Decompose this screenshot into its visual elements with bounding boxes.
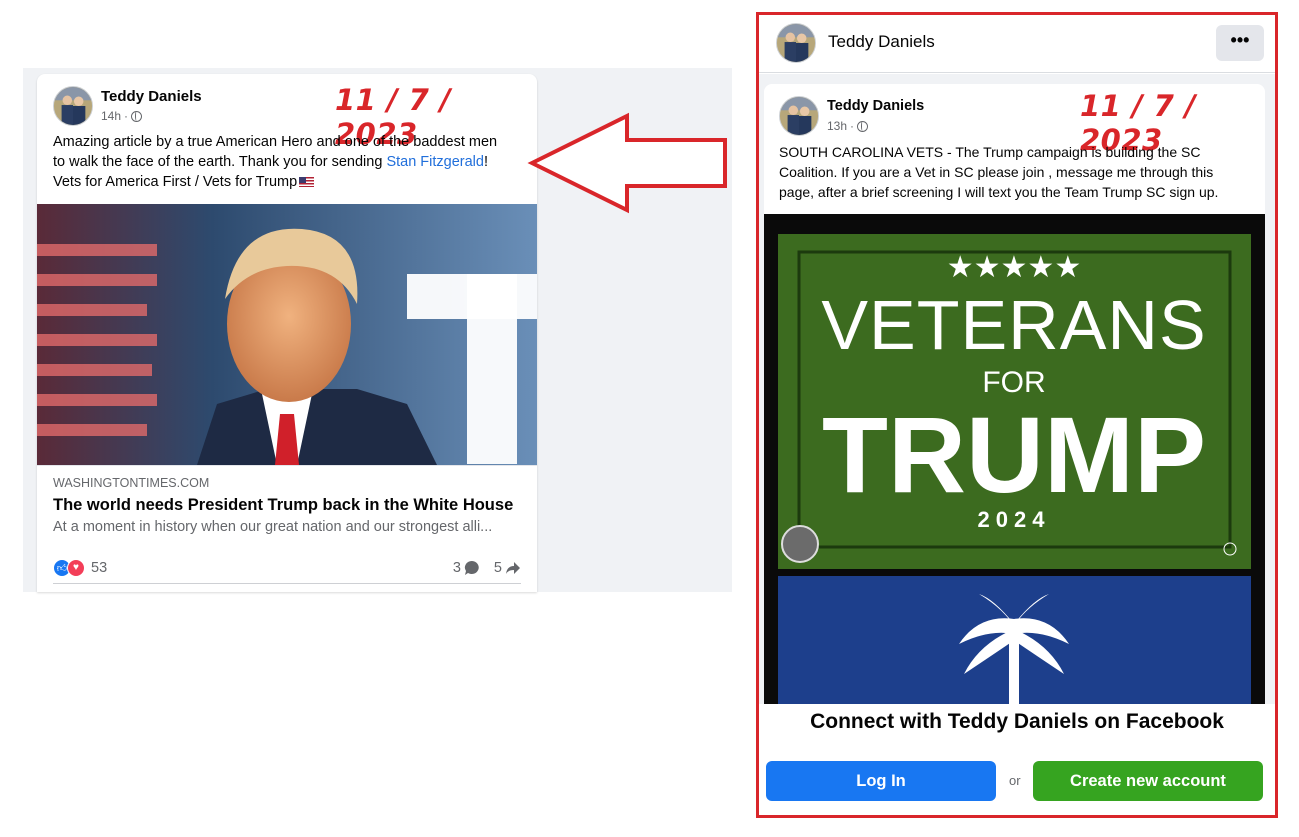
globe-icon: [857, 120, 869, 132]
post-author[interactable]: Teddy Daniels: [101, 88, 202, 105]
poster-line1: VETERANS: [821, 286, 1206, 364]
share-icon: [506, 561, 520, 574]
or-label: or: [1009, 773, 1021, 788]
reactions-bar: 👍︎ ♥ 53 3 5: [53, 552, 521, 584]
link-title[interactable]: The world needs President Trump back in …: [53, 496, 521, 515]
screenshot-stage: Teddy Daniels 14h · 11 / 7 / 2023 Amazing…: [0, 0, 1299, 837]
right-feed: Teddy Daniels 13h · 11 / 7 / 2023 SOUTH C…: [759, 74, 1275, 704]
reaction-count[interactable]: 53: [91, 560, 107, 576]
create-account-button[interactable]: Create new account: [1033, 761, 1263, 801]
login-button[interactable]: Log In: [766, 761, 996, 801]
post-text: SOUTH CAROLINA VETS - The Trump campaign…: [779, 144, 1219, 200]
share-count[interactable]: 5: [494, 560, 521, 576]
link-domain: WASHINGTONTIMES.COM: [53, 476, 210, 490]
post-author[interactable]: Teddy Daniels: [827, 98, 924, 114]
post-text: Amazing article by a true American Hero …: [53, 134, 498, 190]
poster-stars: ★★★★★: [947, 250, 1081, 285]
poster-year: 2024: [978, 507, 1051, 532]
veterans-for-trump-poster[interactable]: ★★★★★ VETERANS FOR TRUMP 2024: [764, 214, 1265, 704]
post-meta: 13h ·: [827, 119, 869, 133]
page-header: Teddy Daniels •••: [759, 15, 1275, 73]
right-screenshot-frame: Teddy Daniels ••• Teddy Daniels 13h · 11 …: [756, 12, 1278, 818]
avatar[interactable]: [53, 86, 93, 126]
post-time[interactable]: 14h: [101, 109, 121, 123]
annotation-arrow: [527, 112, 727, 214]
article-photo[interactable]: [37, 204, 537, 465]
comment-icon: [464, 560, 479, 575]
right-post-card: Teddy Daniels 13h · 11 / 7 / 2023 SOUTH C…: [764, 84, 1265, 704]
post-meta: 14h ·: [101, 109, 143, 123]
avatar[interactable]: [779, 96, 819, 136]
more-options-icon[interactable]: •••: [1216, 25, 1264, 61]
comment-count[interactable]: 3: [453, 560, 480, 576]
poster-line3: TRUMP: [822, 394, 1206, 515]
header-avatar[interactable]: [776, 23, 816, 63]
header-name[interactable]: Teddy Daniels: [828, 32, 935, 52]
mention-link[interactable]: Stan Fitzgerald: [386, 154, 484, 170]
link-description: At a moment in history when our great na…: [53, 519, 493, 535]
post-time[interactable]: 13h: [827, 119, 847, 133]
love-reaction-icon[interactable]: ♥: [67, 558, 85, 577]
globe-icon: [131, 110, 143, 122]
link-preview[interactable]: WASHINGTONTIMES.COM The world needs Pres…: [37, 465, 537, 543]
connect-title: Connect with Teddy Daniels on Facebook: [810, 710, 1224, 733]
flag-emoji: [299, 177, 315, 188]
left-post-card: Teddy Daniels 14h · 11 / 7 / 2023 Amazing…: [37, 74, 537, 592]
